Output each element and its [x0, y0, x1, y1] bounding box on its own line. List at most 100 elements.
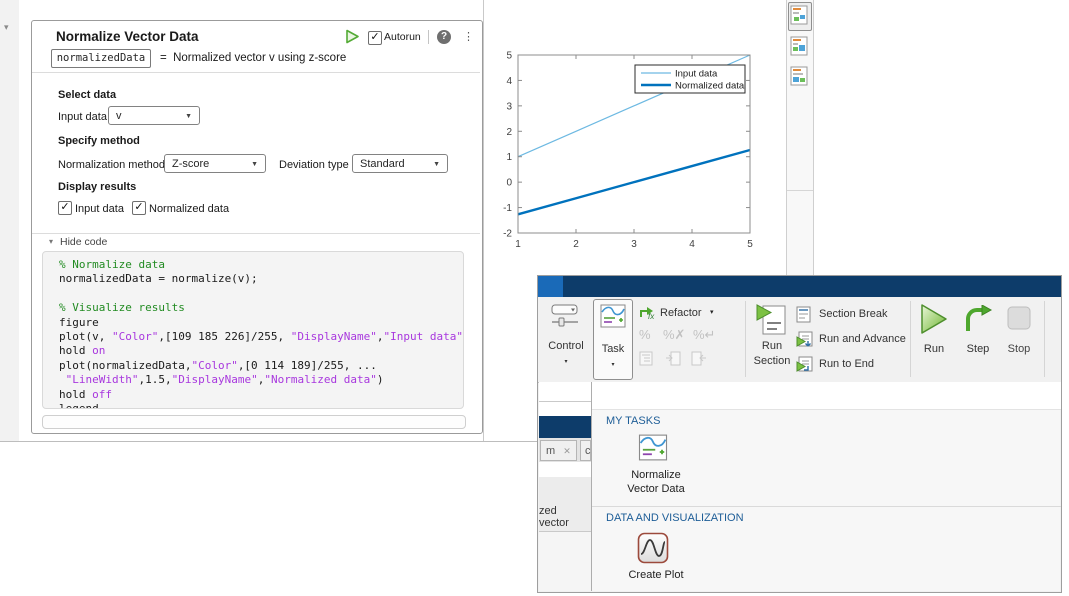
- y-tick-label: -2: [503, 229, 512, 240]
- gallery-top-strip: [592, 382, 1061, 410]
- input-data-label: Input data: [58, 111, 107, 123]
- section-collapse-icon[interactable]: ▾: [4, 22, 9, 33]
- smart-indent-icon[interactable]: [639, 351, 653, 366]
- indent-left-icon[interactable]: [691, 351, 707, 366]
- uncomment-icon[interactable]: %✗: [663, 327, 685, 343]
- run-to-end-button[interactable]: Run to End: [819, 358, 874, 370]
- run-icon: [921, 304, 947, 334]
- output-right-view-icon[interactable]: [790, 36, 808, 56]
- y-tick-label: 2: [506, 127, 512, 138]
- normalize-task-icon: [638, 434, 668, 461]
- code-line: normalizedData = normalize(v);: [59, 272, 258, 286]
- code-line: plot(v, "Color",[109 185 226]/255, "Disp…: [59, 330, 463, 344]
- run-and-advance-button[interactable]: Run and Advance: [819, 333, 906, 345]
- editor-tab-partial[interactable]: c: [580, 440, 591, 461]
- indent-right-icon[interactable]: [665, 351, 681, 366]
- run-section-button[interactable]: Run: [748, 340, 796, 352]
- code-line: % Normalize data: [59, 258, 165, 271]
- gallery-item-normalize-vector-data[interactable]: Normalize Vector Data: [610, 432, 702, 498]
- y-tick-label: 4: [506, 76, 512, 87]
- background-tab-bar: m ✕ c: [539, 438, 591, 463]
- code-line: % Visualize results: [59, 301, 185, 315]
- task-title: Normalize Vector Data: [56, 29, 199, 44]
- gallery-item-create-plot[interactable]: Create Plot: [610, 530, 702, 586]
- run-section-icon: [756, 304, 786, 335]
- tab-label: m: [546, 445, 556, 457]
- collapse-icon: ▾: [49, 237, 54, 246]
- my-tasks-heading: MY TASKS: [606, 415, 661, 427]
- section-break-button[interactable]: Section Break: [819, 308, 887, 320]
- output-variable-field[interactable]: normalizedData: [51, 49, 151, 68]
- control-button[interactable]: Control: [540, 340, 592, 352]
- comment-icon[interactable]: %: [639, 327, 651, 342]
- deviation-type-value: Standard: [360, 158, 405, 170]
- kebab-menu-icon[interactable]: ⋮: [463, 30, 474, 43]
- control-icon: [551, 304, 578, 327]
- task-caret-icon: ▾: [611, 362, 615, 368]
- code-line: figure: [59, 315, 99, 329]
- stop-button[interactable]: Stop: [1002, 343, 1036, 355]
- figure-output-plot: 1 2 3 4 5 -2 -1 0 1 2 3 4 5 Input dataNormalized data: [503, 51, 753, 251]
- create-plot-icon: [637, 532, 669, 564]
- deviation-type-select[interactable]: Standard ▼: [352, 154, 448, 173]
- task-icon: [600, 304, 626, 328]
- autorun-checkbox[interactable]: ✓: [368, 31, 382, 45]
- chevron-down-icon: ▼: [185, 113, 192, 120]
- output-panel-divider[interactable]: [483, 0, 484, 441]
- header-separator: [428, 30, 429, 44]
- panel-divider: [32, 72, 480, 73]
- step-button[interactable]: Step: [960, 343, 996, 355]
- y-tick-label: 0: [506, 178, 512, 189]
- output-inline-view-icon[interactable]: [790, 5, 808, 25]
- input-data-select[interactable]: v ▼: [108, 106, 200, 125]
- refactor-caret-icon: ▾: [710, 309, 714, 316]
- editor-tab[interactable]: m ✕: [540, 440, 577, 461]
- task-button-label: Task: [601, 343, 625, 355]
- task-summary: = Normalized vector v using z-score: [160, 52, 346, 64]
- window-titlebar: [538, 276, 1061, 297]
- strip-divider: [787, 190, 813, 191]
- editor-gutter: ▾: [0, 0, 19, 441]
- run-section-button-line2: Section: [753, 355, 791, 367]
- gallery-item-label: Normalize: [631, 469, 681, 481]
- y-tick-label: -1: [503, 203, 512, 214]
- normalized-data-checkbox[interactable]: ✓: [132, 201, 146, 215]
- normalization-method-select[interactable]: Z-score ▼: [164, 154, 266, 173]
- y-tick-label: 1: [506, 152, 512, 163]
- plot-line-normalized-data: [517, 148, 751, 216]
- code-line: hold off: [59, 387, 112, 401]
- editor-toolstrip: Control ▾ Task ▾ fx Refactor ▾ % %✗ %↵ R…: [538, 297, 1061, 383]
- y-tick-label: 3: [506, 101, 512, 112]
- refactor-button[interactable]: Refactor: [660, 307, 702, 319]
- task-button[interactable]: Task ▾: [593, 299, 633, 380]
- run-button[interactable]: Run: [916, 343, 952, 355]
- task-gallery-dropdown: MY TASKS Normalize Vector Data DATA AND …: [591, 382, 1061, 591]
- code-line: "LineWidth",1.5,"DisplayName","Normalize…: [65, 373, 384, 387]
- toolbar-divider: [745, 301, 746, 377]
- autorun-label: Autorun: [384, 31, 421, 43]
- help-icon[interactable]: ?: [437, 30, 451, 44]
- legend-label: Input data: [675, 69, 718, 80]
- titlebar-accent: [538, 276, 563, 297]
- wrap-comments-icon[interactable]: %↵: [693, 327, 715, 343]
- hide-code-toggle[interactable]: ▾ Hide code: [32, 233, 480, 250]
- x-tick-label: 5: [747, 239, 753, 250]
- equals-sign: =: [160, 52, 167, 64]
- section-break-icon: [796, 306, 811, 323]
- output-split-view-icon[interactable]: [790, 66, 808, 86]
- code-block[interactable]: % Normalize data normalizedData = normali…: [42, 251, 464, 409]
- partial-summary-text: zed vector: [539, 505, 569, 529]
- run-task-icon[interactable]: [345, 29, 360, 44]
- input-data-checkbox[interactable]: ✓: [58, 201, 72, 215]
- hide-code-label: Hide code: [60, 236, 108, 248]
- toolbar-divider: [1044, 301, 1045, 377]
- run-and-advance-icon: [796, 331, 813, 347]
- normalize-vector-data-task-panel: Normalize Vector Data ✓ Autorun ? ⋮ norm…: [31, 20, 483, 434]
- gallery-divider: [592, 506, 1061, 507]
- display-results-heading: Display results: [58, 181, 137, 193]
- input-data-checkbox-label: Input data: [75, 203, 124, 215]
- chevron-down-icon: ▼: [433, 161, 440, 168]
- close-icon[interactable]: ✕: [563, 446, 571, 456]
- toolbar-divider: [910, 301, 911, 377]
